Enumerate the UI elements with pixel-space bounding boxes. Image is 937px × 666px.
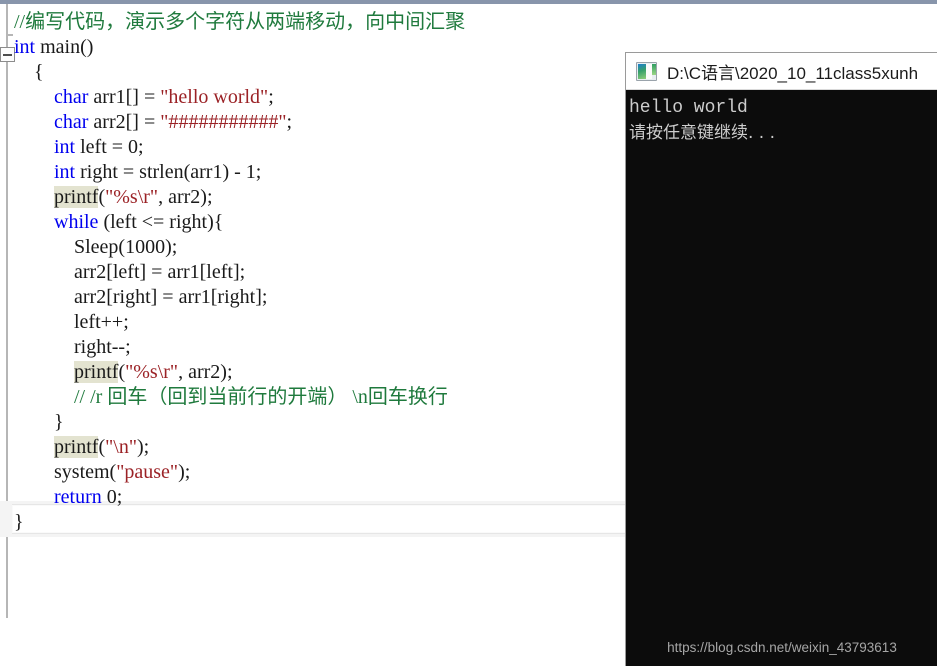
code-line: arr2[right] = arr1[right];	[14, 285, 465, 310]
code-token-plain: {	[34, 61, 44, 83]
code-token-keyword: int	[14, 36, 36, 58]
code-token-keyword: char	[54, 111, 89, 133]
code-token-plain: left = 0;	[75, 136, 144, 158]
code-token-plain: right--;	[74, 336, 131, 358]
code-token-plain: arr1[] =	[88, 86, 161, 108]
code-token-plain: Sleep(1000);	[74, 236, 178, 258]
code-token-plain: , arr2);	[178, 361, 233, 383]
code-line: char arr1[] = "hello world";	[14, 85, 465, 110]
code-token-plain: system(	[54, 461, 117, 483]
console-line: hello world	[629, 98, 748, 118]
code-token-keyword: int	[54, 161, 76, 183]
code-line: while (left <= right){	[14, 210, 465, 235]
console-output-area[interactable]: hello world 请按任意键继续. . . https://blog.csd…	[626, 90, 937, 666]
code-line: int left = 0;	[14, 135, 465, 160]
code-line: int main()	[14, 35, 465, 60]
code-token-plain: left++;	[74, 311, 129, 333]
code-line: }	[14, 510, 465, 535]
console-line: 请按任意键继续. . .	[629, 123, 776, 143]
code-token-comment: // /r 回车（回到当前行的开端） \n回车换行	[74, 386, 448, 408]
code-line: char arr2[] = "###########";	[14, 110, 465, 135]
code-token-plain: , arr2);	[158, 186, 213, 208]
code-token-string: "pause"	[116, 461, 179, 483]
code-token-plain: main()	[35, 36, 94, 58]
code-token-plain: (left <= right){	[98, 211, 224, 233]
code-token-keyword: int	[54, 136, 76, 158]
code-token-keyword: while	[54, 211, 99, 233]
code-token-plain: }	[14, 511, 24, 533]
code-line: printf("%s\r", arr2);	[14, 185, 465, 210]
code-line: //编写代码，演示多个字符从两端移动，向中间汇聚	[14, 10, 465, 35]
code-token-string: "###########"	[160, 111, 287, 133]
code-token-keyword: return	[54, 486, 102, 508]
code-line: printf("%s\r", arr2);	[14, 360, 465, 385]
code-token-plain: right = strlen(arr1) - 1;	[75, 161, 262, 183]
code-token-plain: ;	[268, 86, 274, 108]
code-token-plain: }	[54, 411, 64, 433]
watermark-text: https://blog.csdn.net/weixin_43793613	[667, 640, 897, 655]
code-line: right--;	[14, 335, 465, 360]
console-window-icon	[636, 61, 657, 81]
code-token-string: "%s\r"	[105, 186, 159, 208]
code-token-keyword: char	[54, 86, 89, 108]
code-line: Sleep(1000);	[14, 235, 465, 260]
code-line: int right = strlen(arr1) - 1;	[14, 160, 465, 185]
code-token-plain: );	[137, 436, 150, 458]
code-token-string: "%s\r"	[125, 361, 179, 383]
code-line: return 0;	[14, 485, 465, 510]
code-token-plain: arr2[] =	[88, 111, 161, 133]
console-output-text: hello world 请按任意键继续. . .	[629, 96, 775, 146]
code-token-highlight: printf	[54, 186, 99, 208]
console-window[interactable]: D:\C语言\2020_10_11class5xunh hello world 请…	[625, 52, 937, 666]
console-title-bar[interactable]: D:\C语言\2020_10_11class5xunh	[626, 53, 937, 90]
code-line: printf("\n");	[14, 435, 465, 460]
code-token-comment: //编写代码，演示多个字符从两端移动，向中间汇聚	[14, 11, 466, 33]
code-line: arr2[left] = arr1[left];	[14, 260, 465, 285]
source-code-text[interactable]: //编写代码，演示多个字符从两端移动，向中间汇聚 int main() { cha…	[14, 10, 465, 535]
code-token-plain: ;	[286, 111, 293, 133]
code-token-plain: arr2[left] = arr1[left];	[74, 261, 246, 283]
fold-hook-top	[6, 14, 13, 36]
code-line: // /r 回车（回到当前行的开端） \n回车换行	[14, 385, 465, 410]
code-line: {	[14, 60, 465, 85]
code-token-string: "\n"	[105, 436, 137, 458]
code-token-string: "hello world"	[160, 86, 269, 108]
console-title-text: D:\C语言\2020_10_11class5xunh	[667, 63, 919, 83]
code-line: system("pause");	[14, 460, 465, 485]
code-line: left++;	[14, 310, 465, 335]
code-token-plain: arr2[right] = arr1[right];	[74, 286, 268, 308]
code-token-highlight: printf	[74, 361, 119, 383]
fold-collapse-icon[interactable]	[0, 47, 15, 62]
code-token-plain: 0;	[101, 486, 123, 508]
code-token-highlight: printf	[54, 436, 99, 458]
code-line: }	[14, 410, 465, 435]
code-token-plain: );	[178, 461, 191, 483]
